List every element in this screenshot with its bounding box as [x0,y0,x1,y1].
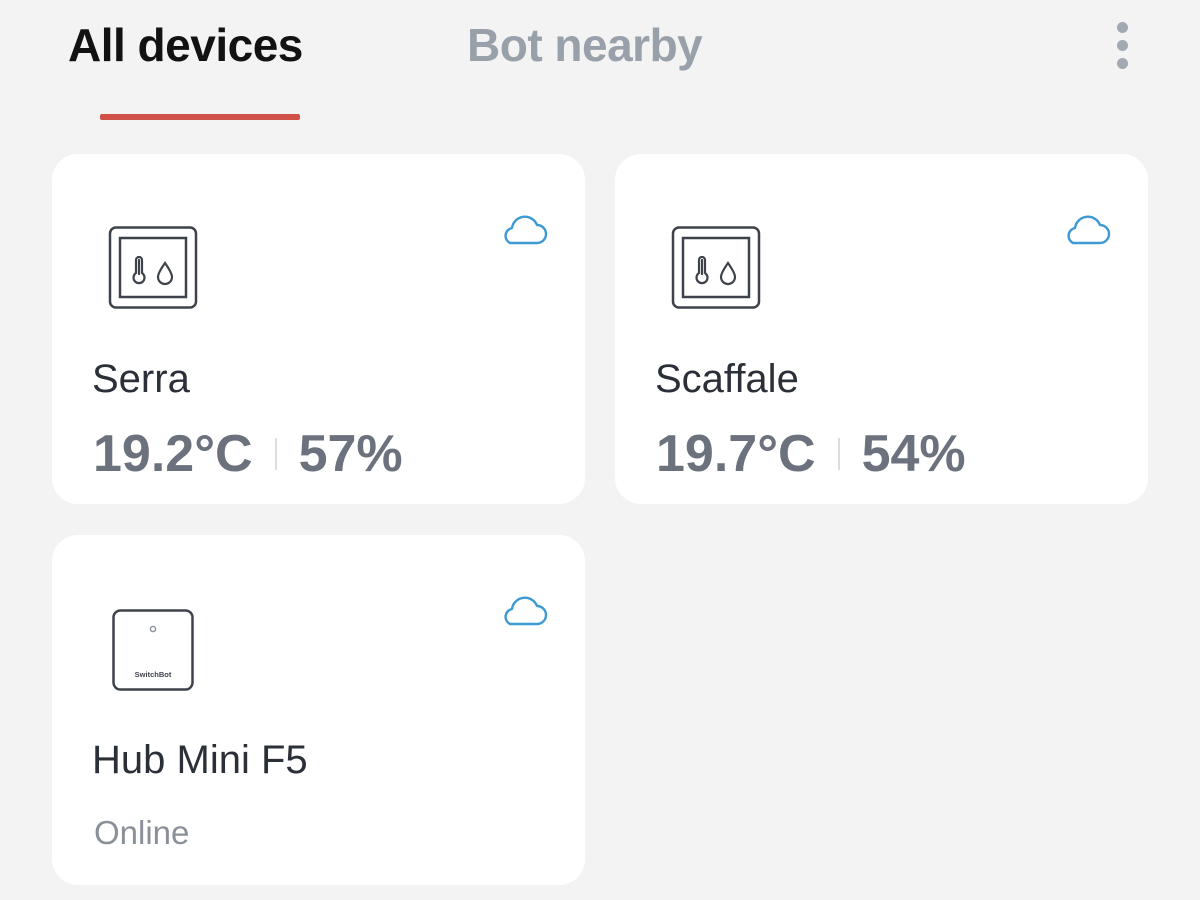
device-card-hub-mini[interactable]: SwitchBot Hub Mini F5 Online [52,535,585,885]
hub-mini-icon: SwitchBot [112,609,194,691]
tab-bar: All devices Bot nearby [0,0,1200,130]
hub-brand-label: SwitchBot [135,670,172,679]
temperature-reading: 19.2°C [93,425,253,483]
device-name: Serra [92,357,190,401]
device-card-serra[interactable]: Serra 19.2°C 57% [52,154,585,504]
device-readings: 19.2°C 57% [93,424,403,484]
thermo-hygrometer-icon [108,226,198,309]
device-status: Online [94,814,190,851]
reading-divider [274,438,277,470]
device-readings: 19.7°C 54% [656,424,966,484]
temperature-reading: 19.7°C [656,425,816,483]
tab-all-devices[interactable]: All devices [68,18,303,72]
cloud-icon [1067,215,1111,245]
device-name: Scaffale [655,357,799,401]
tab-bot-nearby[interactable]: Bot nearby [467,18,703,72]
humidity-reading: 54% [861,425,966,483]
humidity-reading: 57% [298,425,403,483]
cloud-icon [504,215,548,245]
more-options-icon[interactable] [1108,20,1138,72]
active-tab-indicator [100,114,300,120]
device-name: Hub Mini F5 [92,738,308,782]
reading-divider [837,438,840,470]
thermo-hygrometer-icon [671,226,761,309]
cloud-icon [504,596,548,626]
device-card-scaffale[interactable]: Scaffale 19.7°C 54% [615,154,1148,504]
